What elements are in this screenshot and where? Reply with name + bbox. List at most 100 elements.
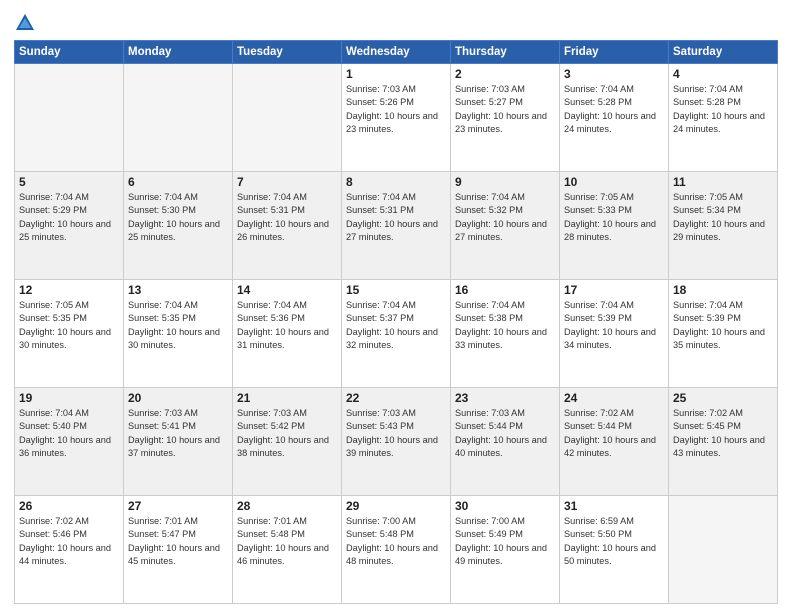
day-number: 9 [455, 175, 555, 189]
calendar-cell: 24 Sunrise: 7:02 AMSunset: 5:44 PMDayligh… [560, 388, 669, 496]
cell-info: Sunrise: 7:03 AMSunset: 5:41 PMDaylight:… [128, 407, 228, 460]
calendar-cell: 21 Sunrise: 7:03 AMSunset: 5:42 PMDayligh… [233, 388, 342, 496]
cell-info: Sunrise: 7:04 AMSunset: 5:39 PMDaylight:… [564, 299, 664, 352]
header [14, 10, 778, 34]
calendar: SundayMondayTuesdayWednesdayThursdayFrid… [14, 40, 778, 604]
calendar-week-row: 1 Sunrise: 7:03 AMSunset: 5:26 PMDaylight… [15, 64, 778, 172]
calendar-header-wednesday: Wednesday [342, 41, 451, 64]
calendar-cell: 10 Sunrise: 7:05 AMSunset: 5:33 PMDayligh… [560, 172, 669, 280]
day-number: 26 [19, 499, 119, 513]
calendar-cell [233, 64, 342, 172]
calendar-cell: 4 Sunrise: 7:04 AMSunset: 5:28 PMDaylight… [669, 64, 778, 172]
day-number: 7 [237, 175, 337, 189]
cell-info: Sunrise: 7:04 AMSunset: 5:29 PMDaylight:… [19, 191, 119, 244]
calendar-cell: 16 Sunrise: 7:04 AMSunset: 5:38 PMDayligh… [451, 280, 560, 388]
cell-info: Sunrise: 7:04 AMSunset: 5:39 PMDaylight:… [673, 299, 773, 352]
calendar-cell: 14 Sunrise: 7:04 AMSunset: 5:36 PMDayligh… [233, 280, 342, 388]
day-number: 5 [19, 175, 119, 189]
calendar-cell: 11Sunrise: 7:05 AMSunset: 5:34 PMDayligh… [669, 172, 778, 280]
day-number: 14 [237, 283, 337, 297]
cell-info: Sunrise: 7:02 AMSunset: 5:45 PMDaylight:… [673, 407, 773, 460]
day-number: 8 [346, 175, 446, 189]
day-number: 20 [128, 391, 228, 405]
calendar-week-row: 26Sunrise: 7:02 AMSunset: 5:46 PMDayligh… [15, 496, 778, 604]
day-number: 15 [346, 283, 446, 297]
calendar-cell: 1 Sunrise: 7:03 AMSunset: 5:26 PMDaylight… [342, 64, 451, 172]
calendar-cell: 2 Sunrise: 7:03 AMSunset: 5:27 PMDaylight… [451, 64, 560, 172]
calendar-header-thursday: Thursday [451, 41, 560, 64]
day-number: 30 [455, 499, 555, 513]
cell-info: Sunrise: 7:05 AMSunset: 5:35 PMDaylight:… [19, 299, 119, 352]
calendar-cell: 26Sunrise: 7:02 AMSunset: 5:46 PMDayligh… [15, 496, 124, 604]
calendar-cell: 3Sunrise: 7:04 AMSunset: 5:28 PMDaylight… [560, 64, 669, 172]
day-number: 13 [128, 283, 228, 297]
calendar-cell: 22 Sunrise: 7:03 AMSunset: 5:43 PMDayligh… [342, 388, 451, 496]
calendar-cell: 5 Sunrise: 7:04 AMSunset: 5:29 PMDaylight… [15, 172, 124, 280]
calendar-cell: 15 Sunrise: 7:04 AMSunset: 5:37 PMDayligh… [342, 280, 451, 388]
logo-icon [14, 12, 36, 34]
cell-info: Sunrise: 7:03 AMSunset: 5:27 PMDaylight:… [455, 83, 555, 136]
calendar-cell: 23 Sunrise: 7:03 AMSunset: 5:44 PMDayligh… [451, 388, 560, 496]
day-number: 28 [237, 499, 337, 513]
cell-info: Sunrise: 7:04 AMSunset: 5:31 PMDaylight:… [237, 191, 337, 244]
day-number: 31 [564, 499, 664, 513]
day-number: 27 [128, 499, 228, 513]
day-number: 6 [128, 175, 228, 189]
calendar-header-tuesday: Tuesday [233, 41, 342, 64]
day-number: 3 [564, 67, 664, 81]
day-number: 16 [455, 283, 555, 297]
calendar-cell: 18 Sunrise: 7:04 AMSunset: 5:39 PMDayligh… [669, 280, 778, 388]
cell-info: Sunrise: 7:05 AMSunset: 5:33 PMDaylight:… [564, 191, 664, 244]
cell-info: Sunrise: 7:04 AMSunset: 5:37 PMDaylight:… [346, 299, 446, 352]
cell-info: Sunrise: 7:04 AMSunset: 5:28 PMDaylight:… [673, 83, 773, 136]
day-number: 18 [673, 283, 773, 297]
calendar-header-saturday: Saturday [669, 41, 778, 64]
cell-info: Sunrise: 7:04 AMSunset: 5:38 PMDaylight:… [455, 299, 555, 352]
day-number: 1 [346, 67, 446, 81]
calendar-cell: 20 Sunrise: 7:03 AMSunset: 5:41 PMDayligh… [124, 388, 233, 496]
cell-info: Sunrise: 7:03 AMSunset: 5:26 PMDaylight:… [346, 83, 446, 136]
cell-info: Sunrise: 6:59 AMSunset: 5:50 PMDaylight:… [564, 515, 664, 568]
calendar-cell: 12Sunrise: 7:05 AMSunset: 5:35 PMDayligh… [15, 280, 124, 388]
day-number: 10 [564, 175, 664, 189]
calendar-cell: 17 Sunrise: 7:04 AMSunset: 5:39 PMDayligh… [560, 280, 669, 388]
cell-info: Sunrise: 7:05 AMSunset: 5:34 PMDaylight:… [673, 191, 773, 244]
page: SundayMondayTuesdayWednesdayThursdayFrid… [0, 0, 792, 612]
cell-info: Sunrise: 7:04 AMSunset: 5:40 PMDaylight:… [19, 407, 119, 460]
calendar-cell: 25 Sunrise: 7:02 AMSunset: 5:45 PMDayligh… [669, 388, 778, 496]
calendar-cell: 19Sunrise: 7:04 AMSunset: 5:40 PMDayligh… [15, 388, 124, 496]
calendar-cell: 30 Sunrise: 7:00 AMSunset: 5:49 PMDayligh… [451, 496, 560, 604]
calendar-cell: 13 Sunrise: 7:04 AMSunset: 5:35 PMDayligh… [124, 280, 233, 388]
cell-info: Sunrise: 7:03 AMSunset: 5:44 PMDaylight:… [455, 407, 555, 460]
calendar-cell [15, 64, 124, 172]
cell-info: Sunrise: 7:03 AMSunset: 5:42 PMDaylight:… [237, 407, 337, 460]
day-number: 2 [455, 67, 555, 81]
calendar-cell: 9 Sunrise: 7:04 AMSunset: 5:32 PMDaylight… [451, 172, 560, 280]
day-number: 17 [564, 283, 664, 297]
calendar-cell: 7 Sunrise: 7:04 AMSunset: 5:31 PMDaylight… [233, 172, 342, 280]
cell-info: Sunrise: 7:04 AMSunset: 5:30 PMDaylight:… [128, 191, 228, 244]
cell-info: Sunrise: 7:04 AMSunset: 5:35 PMDaylight:… [128, 299, 228, 352]
calendar-cell [124, 64, 233, 172]
day-number: 25 [673, 391, 773, 405]
cell-info: Sunrise: 7:03 AMSunset: 5:43 PMDaylight:… [346, 407, 446, 460]
cell-info: Sunrise: 7:00 AMSunset: 5:49 PMDaylight:… [455, 515, 555, 568]
cell-info: Sunrise: 7:04 AMSunset: 5:32 PMDaylight:… [455, 191, 555, 244]
calendar-week-row: 19Sunrise: 7:04 AMSunset: 5:40 PMDayligh… [15, 388, 778, 496]
cell-info: Sunrise: 7:02 AMSunset: 5:44 PMDaylight:… [564, 407, 664, 460]
day-number: 29 [346, 499, 446, 513]
calendar-week-row: 5 Sunrise: 7:04 AMSunset: 5:29 PMDaylight… [15, 172, 778, 280]
day-number: 24 [564, 391, 664, 405]
cell-info: Sunrise: 7:04 AMSunset: 5:36 PMDaylight:… [237, 299, 337, 352]
day-number: 22 [346, 391, 446, 405]
calendar-header-friday: Friday [560, 41, 669, 64]
day-number: 21 [237, 391, 337, 405]
logo [14, 10, 38, 34]
cell-info: Sunrise: 7:01 AMSunset: 5:48 PMDaylight:… [237, 515, 337, 568]
day-number: 23 [455, 391, 555, 405]
calendar-cell: 27Sunrise: 7:01 AMSunset: 5:47 PMDayligh… [124, 496, 233, 604]
day-number: 4 [673, 67, 773, 81]
calendar-header-monday: Monday [124, 41, 233, 64]
cell-info: Sunrise: 7:04 AMSunset: 5:31 PMDaylight:… [346, 191, 446, 244]
calendar-cell: 29Sunrise: 7:00 AMSunset: 5:48 PMDayligh… [342, 496, 451, 604]
